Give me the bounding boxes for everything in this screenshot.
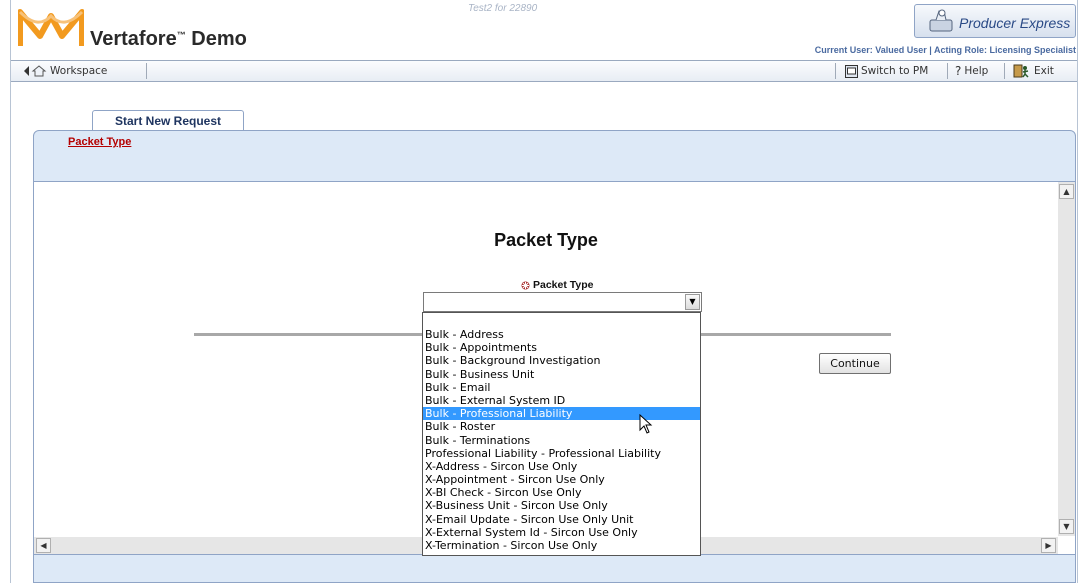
toolbar-divider <box>835 63 836 79</box>
dropdown-option[interactable]: Professional Liability - Professional Li… <box>423 447 700 460</box>
dropdown-option[interactable]: Bulk - Background Investigation <box>423 354 700 367</box>
dropdown-option[interactable]: X-External System Id - Sircon Use Only <box>423 526 700 539</box>
dropdown-option[interactable]: Bulk - Terminations <box>423 434 700 447</box>
dropdown-option[interactable]: Bulk - External System ID <box>423 394 700 407</box>
packet-type-select[interactable]: ▼ <box>423 292 702 312</box>
help-icon: ? <box>955 64 962 78</box>
scroll-up-icon[interactable]: ▲ <box>1059 184 1074 199</box>
brand-suffix: Demo <box>185 28 247 50</box>
toolbar-divider <box>947 63 948 79</box>
back-home-icon <box>24 65 47 77</box>
brand-name: Vertafore™ Demo <box>90 28 247 51</box>
mouse-cursor-icon <box>639 414 653 434</box>
brand-text: Vertafore <box>90 28 177 50</box>
dropdown-option[interactable]: X-Address - Sircon Use Only <box>423 460 700 473</box>
footer-panel <box>33 554 1076 583</box>
switch-to-pm-button[interactable]: Switch to PM <box>845 62 928 80</box>
producer-express-icon <box>929 9 953 32</box>
dropdown-option[interactable]: X-Business Unit - Sircon Use Only <box>423 499 700 512</box>
dropdown-option[interactable]: X-Email Update - Sircon Use Only Unit <box>423 513 700 526</box>
packet-type-label: Packet Type <box>533 279 594 291</box>
page-title: Packet Type <box>494 230 598 250</box>
scroll-right-icon[interactable]: ▶ <box>1041 538 1056 553</box>
dropdown-option[interactable]: Bulk - Appointments <box>423 341 700 354</box>
dropdown-option[interactable]: X-Appointment - Sircon Use Only <box>423 473 700 486</box>
scroll-down-icon[interactable]: ▼ <box>1059 519 1074 534</box>
toolbar-divider <box>1004 63 1005 79</box>
packet-type-dropdown-list[interactable]: Bulk - Address Bulk - Appointments Bulk … <box>422 312 701 556</box>
exit-label: Exit <box>1034 65 1054 77</box>
workspace-label: Workspace <box>50 65 108 77</box>
brand-tm: ™ <box>176 30 186 40</box>
dropdown-option-highlighted[interactable]: Bulk - Professional Liability <box>423 407 700 421</box>
exit-button[interactable]: Exit <box>1013 62 1054 80</box>
help-button[interactable]: ? Help <box>955 62 988 80</box>
pm-icon <box>845 64 858 78</box>
product-badge: Producer Express <box>914 4 1076 38</box>
toolbar: Workspace Switch to PM ? Help Exit <box>11 60 1077 82</box>
vertical-scrollbar[interactable]: ▲ ▼ <box>1058 182 1075 536</box>
dropdown-option[interactable]: X-BI Check - Sircon Use Only <box>423 486 700 499</box>
environment-subtitle: Test2 for 22890 <box>468 3 538 14</box>
dropdown-option[interactable]: Bulk - Address <box>423 328 700 341</box>
continue-button[interactable]: Continue <box>819 353 891 374</box>
exit-icon <box>1013 64 1029 78</box>
dropdown-option[interactable]: Bulk - Email <box>423 381 700 394</box>
user-role-line: Current User: Valued User | Acting Role:… <box>814 45 1076 55</box>
breadcrumb-packet-type[interactable]: Packet Type <box>68 136 131 148</box>
switch-to-pm-label: Switch to PM <box>861 65 929 77</box>
packet-type-field-label: Packet Type <box>521 279 594 291</box>
toolbar-divider <box>146 63 147 79</box>
required-icon <box>521 281 530 289</box>
dropdown-option[interactable]: X-Termination - Sircon Use Only <box>423 539 700 552</box>
workspace-button[interactable]: Workspace <box>23 62 107 80</box>
vertafore-logo-icon <box>18 9 84 46</box>
dropdown-option[interactable]: Bulk - Business Unit <box>423 368 700 381</box>
help-label: Help <box>964 65 989 77</box>
product-name: Producer Express <box>959 15 1071 31</box>
scroll-left-icon[interactable]: ◀ <box>36 538 51 553</box>
request-header-panel: Packet Type <box>33 130 1076 182</box>
dropdown-option[interactable]: Bulk - Roster <box>423 420 700 433</box>
chevron-down-icon[interactable]: ▼ <box>685 294 700 310</box>
tab-start-new-request[interactable]: Start New Request <box>92 110 244 132</box>
